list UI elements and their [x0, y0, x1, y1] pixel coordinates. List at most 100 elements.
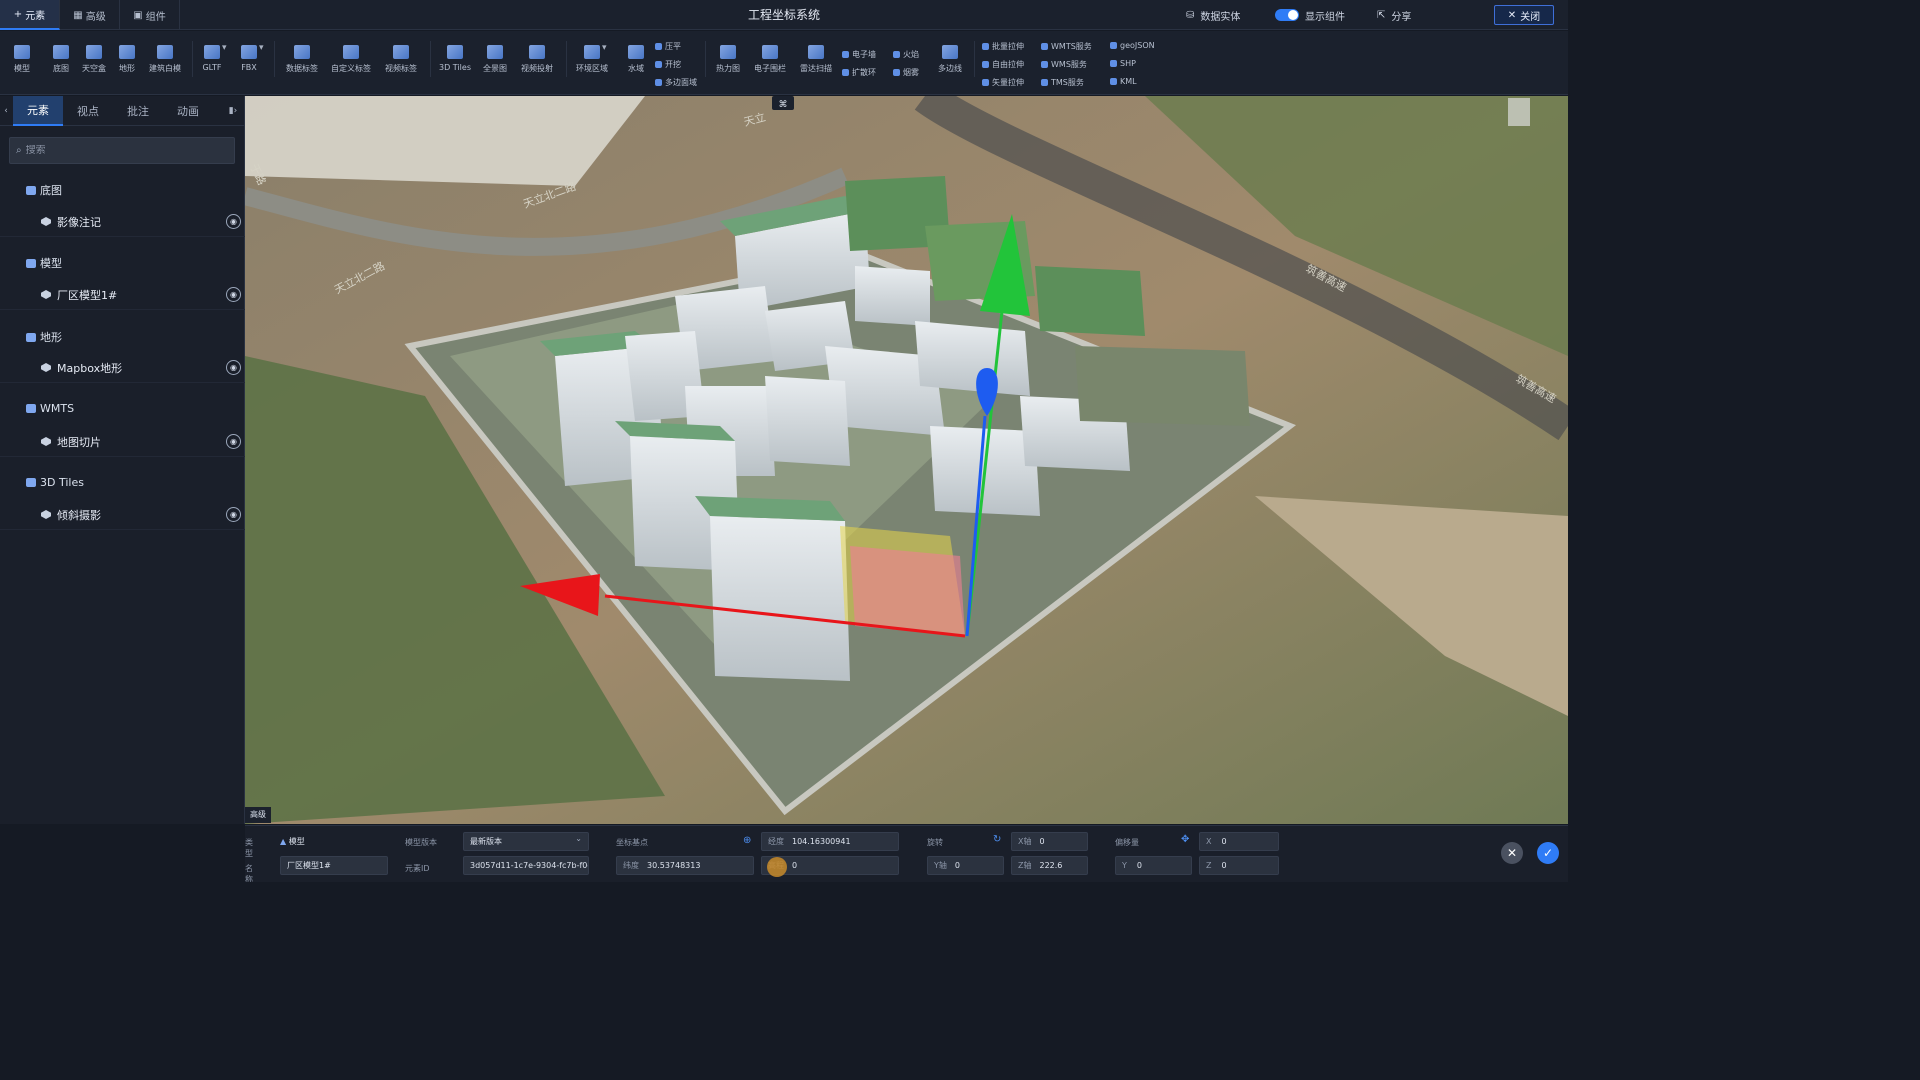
tool-data-label[interactable]: 数据标签: [280, 45, 324, 91]
tool-smoke[interactable]: 烟雾: [893, 67, 919, 78]
move-icon[interactable]: ✥: [1181, 834, 1189, 845]
tool-geojson[interactable]: geoJSON: [1110, 41, 1155, 50]
tool-fire[interactable]: 火焰: [893, 49, 919, 60]
navigation-widget[interactable]: [1508, 98, 1530, 126]
tool-polyline[interactable]: 多边线: [928, 45, 972, 91]
tab-scroll-left[interactable]: ‹: [0, 96, 12, 126]
tool-water[interactable]: 水域: [614, 45, 658, 91]
tool-diffusion-ring[interactable]: 扩散环: [842, 67, 876, 78]
property-panel: 类型 ▲ 模型 名称 厂区模型1# 模型版本 最新版本 元素ID 3d057d1…: [245, 825, 1568, 882]
z-axis-field[interactable]: Z轴 222.6: [1011, 856, 1088, 875]
tool-3dtiles[interactable]: 3D Tiles: [433, 45, 477, 91]
toolbar-divider: [430, 41, 431, 77]
tab-components[interactable]: ▣ 组件: [120, 0, 180, 30]
tool-panorama[interactable]: 全景图: [473, 45, 517, 91]
tool-white-building[interactable]: 建筑白模: [143, 45, 187, 91]
tool-fence[interactable]: 电子围栏: [748, 45, 792, 91]
tool-electric-wall[interactable]: 电子墙: [842, 49, 876, 60]
video-projection-icon: [529, 45, 545, 59]
list-item-mapbox-terrain[interactable]: Mapbox地形 ◉: [0, 353, 245, 383]
model-version-select[interactable]: 最新版本: [463, 832, 589, 851]
tool-video-projection[interactable]: 视频投射: [515, 45, 559, 91]
tab-animation[interactable]: 动画: [163, 96, 213, 126]
visibility-icon[interactable]: ◉: [226, 507, 241, 522]
visibility-icon[interactable]: ◉: [226, 287, 241, 302]
wall-icon: [842, 51, 849, 58]
map-viewport[interactable]: 天立北二路 天立北二路 天立 筑善高速 筑善高速 于路 ⌘: [245, 96, 1568, 824]
group-model[interactable]: 模型: [26, 255, 62, 271]
tool-shp[interactable]: SHP: [1110, 59, 1136, 68]
fence-icon: [762, 45, 778, 59]
tool-environment[interactable]: 环境区域: [570, 45, 614, 91]
wms-icon: [1041, 61, 1048, 68]
tool-vector-extrude[interactable]: 矢量拉伸: [982, 77, 1024, 88]
tab-advanced[interactable]: ▦ 高级: [60, 0, 120, 30]
data-entity-button[interactable]: ⛁ 数据实体: [1186, 0, 1240, 30]
tab-elements-panel[interactable]: 元素: [13, 96, 63, 126]
tool-wms-service[interactable]: WMS服务: [1041, 59, 1087, 70]
model-version-label: 模型版本: [405, 838, 437, 847]
group-wmts[interactable]: WMTS: [26, 402, 74, 415]
offset-x-field[interactable]: X0: [1199, 832, 1279, 851]
element-id-field[interactable]: 3d057d11-1c7e-9304-fc7b-f0ec: [463, 856, 589, 875]
toolbar: 模型 底图 天空盒 地形 建筑白模 GLTF FBX 数据标签 自定义标签 视频…: [0, 31, 1568, 95]
offset-z-label: Z: [1206, 861, 1212, 870]
app-window: + 元素 ▦ 高级 ▣ 组件 工程坐标系统 ⛁ 数据实体 显示组件 ⇱ 分享 ✕ 关闭 模型…: [0, 0, 1568, 882]
fbx-icon: [241, 45, 257, 59]
visibility-icon[interactable]: ◉: [226, 434, 241, 449]
model-type-icon: ▲: [280, 837, 287, 846]
cancel-button[interactable]: ✕: [1501, 842, 1523, 864]
search-input[interactable]: [25, 145, 216, 156]
tool-polygon-area[interactable]: 多边面域: [655, 77, 697, 88]
list-item-factory-model[interactable]: 厂区模型1# ◉: [0, 280, 245, 310]
group-3dtiles[interactable]: 3D Tiles: [26, 476, 84, 489]
tool-fbx[interactable]: FBX: [227, 45, 271, 91]
scene-render[interactable]: 天立北二路 天立北二路 天立 筑善高速 筑善高速 于路 ⌘: [245, 96, 1568, 824]
name-input[interactable]: 厂区模型1#: [280, 856, 388, 875]
tool-excavate[interactable]: 开挖: [655, 59, 681, 70]
share-button[interactable]: ⇱ 分享: [1377, 0, 1411, 30]
x-axis-field[interactable]: X轴 0: [1011, 832, 1088, 851]
tab-elements[interactable]: + 元素: [0, 0, 60, 30]
y-axis-field[interactable]: Y轴 0: [927, 856, 1004, 875]
skybox-icon: [86, 45, 102, 59]
tool-tms-service[interactable]: TMS服务: [1041, 77, 1084, 88]
offset-y-field[interactable]: Y0: [1115, 856, 1192, 875]
tab-viewpoints[interactable]: 视点: [63, 96, 113, 126]
confirm-button[interactable]: ✓: [1537, 842, 1559, 864]
tool-model[interactable]: 模型: [0, 45, 44, 91]
show-components-toggle[interactable]: 显示组件: [1275, 0, 1345, 30]
compass-icon[interactable]: ⌘: [779, 100, 788, 110]
offset-z-field[interactable]: Z0: [1199, 856, 1279, 875]
tool-video-label[interactable]: 视频标签: [379, 45, 423, 91]
visibility-icon[interactable]: ◉: [226, 360, 241, 375]
reset-rotation-icon[interactable]: ↻: [993, 834, 1001, 845]
tab-annotations[interactable]: 批注: [113, 96, 163, 126]
tool-batch-extrude[interactable]: 批量拉伸: [982, 41, 1024, 52]
list-item-oblique-photo[interactable]: 倾斜摄影 ◉: [0, 500, 245, 530]
model-icon: [14, 45, 30, 59]
list-item-image-annotation[interactable]: 影像注记 ◉: [0, 207, 245, 237]
group-terrain[interactable]: 地形: [26, 329, 62, 345]
basemap-icon: [26, 185, 36, 195]
group-basemap[interactable]: 底图: [26, 182, 62, 198]
latitude-field[interactable]: 纬度 30.53748313: [616, 856, 754, 875]
toggle-switch-icon[interactable]: [1275, 9, 1299, 21]
tool-kml[interactable]: KML: [1110, 77, 1137, 86]
tool-custom-label[interactable]: 自定义标签: [329, 45, 373, 91]
close-button[interactable]: ✕ 关闭: [1494, 5, 1554, 25]
visibility-icon[interactable]: ◉: [226, 214, 241, 229]
tool-radar[interactable]: 雷达扫描: [794, 45, 838, 91]
list-item-map-tiles[interactable]: 地图切片 ◉: [0, 427, 245, 457]
search-box[interactable]: ⌕: [9, 137, 235, 164]
tab-scroll-right[interactable]: ▮›: [221, 96, 245, 126]
advanced-badge[interactable]: 高级: [245, 807, 271, 823]
tool-flatten[interactable]: 压平: [655, 41, 681, 52]
locate-icon[interactable]: ⊕: [743, 835, 751, 846]
tool-wmts-service[interactable]: WMTS服务: [1041, 41, 1092, 52]
toolbar-divider: [566, 41, 567, 77]
longitude-field[interactable]: 经度 104.16300941: [761, 832, 899, 851]
tool-free-extrude[interactable]: 自由拉伸: [982, 59, 1024, 70]
tool-heatmap[interactable]: 热力图: [706, 45, 750, 91]
custom-label-icon: [343, 45, 359, 59]
